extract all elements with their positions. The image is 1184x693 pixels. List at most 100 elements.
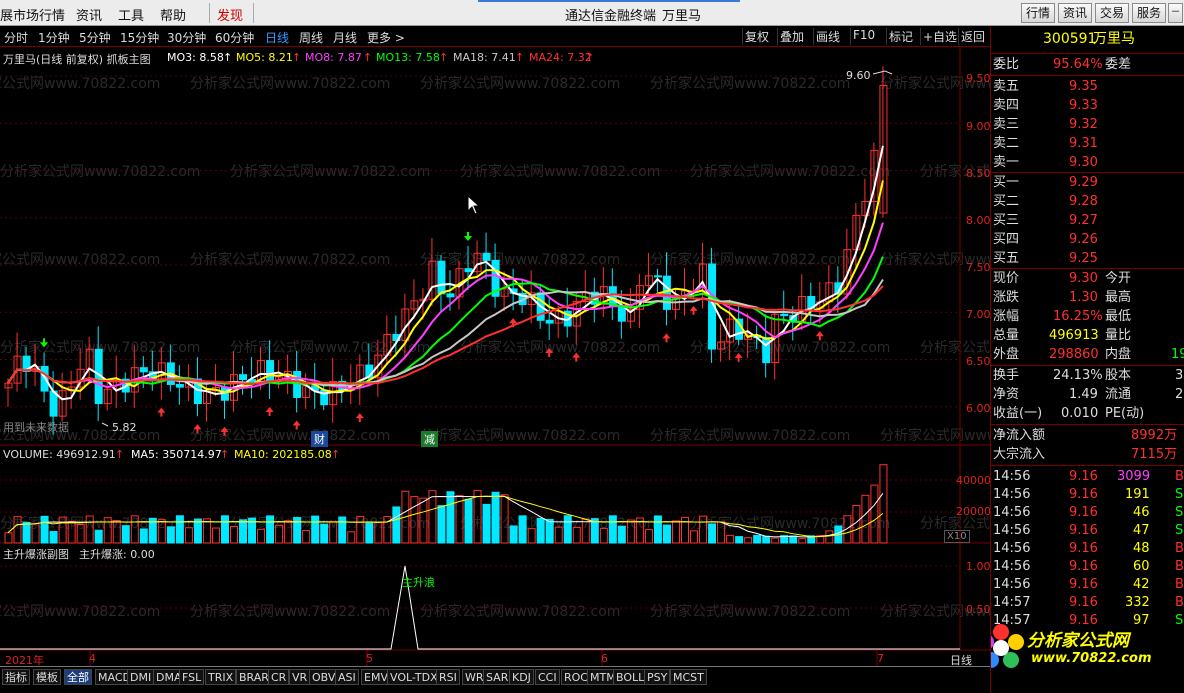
tab-template[interactable]: 模板 (33, 669, 61, 685)
candle-body (446, 293, 455, 298)
volume-bar (690, 530, 699, 544)
tick-price: 9.16 (1069, 577, 1098, 592)
candle-body (239, 374, 248, 381)
tab-rsi[interactable]: RSI (436, 669, 460, 685)
tick-time: 14:56 (993, 541, 1031, 556)
indicator-tabs: 指标 模板 全部 MACD DMI DMA FSL TRIX BRAR CR V… (0, 666, 990, 693)
menu-news[interactable]: 资讯 (76, 5, 102, 24)
buy-arrow-icon (815, 331, 824, 341)
tick-row: 14:57 9.16 332 B (991, 593, 1184, 612)
tab-cci[interactable]: CCI (535, 669, 560, 685)
period-monthly[interactable]: 月线 (333, 29, 357, 46)
volume-bar (726, 534, 735, 544)
period-weekly[interactable]: 周线 (299, 29, 323, 46)
kline-chart[interactable]: 分析家公式网www.70822.com 分析家公式网www.70822.com 分析… (0, 47, 990, 666)
overlay-button[interactable]: 叠加 (777, 28, 806, 45)
volume-bar (220, 515, 229, 544)
total-volume-label: 总量 (993, 328, 1020, 343)
volume-bar (708, 523, 717, 544)
adjust-button[interactable]: 复权 (742, 28, 771, 45)
watermark-text: 分析家公式网www.70822.com (190, 427, 390, 444)
menu-discover[interactable]: 发现 (217, 5, 243, 24)
tick-time: 14:56 (993, 469, 1031, 484)
tab-sar[interactable]: SAR (483, 669, 512, 685)
open-label: 今开 (1105, 271, 1132, 286)
mark-button[interactable]: 标记 (886, 28, 915, 45)
low-price-label: 5.82 (112, 421, 137, 434)
back-button[interactable]: 返回 (958, 28, 987, 45)
add-watchlist-button[interactable]: +自选 (920, 28, 959, 45)
tab-brar[interactable]: BRAR (236, 669, 272, 685)
reduce-marker[interactable]: 减 (421, 431, 438, 447)
volume-bar (320, 523, 329, 544)
tab-kdj[interactable]: KDJ (509, 669, 534, 685)
chart-title: 万里马(日线 前复权) 抓板主图 (3, 53, 151, 66)
volume-bar (347, 531, 356, 544)
period-more[interactable]: 更多 > (367, 29, 405, 46)
f10-button[interactable]: F10 (850, 28, 877, 45)
date-month-5: 5 (366, 652, 373, 665)
volume-bar (49, 531, 58, 544)
service-button[interactable]: 服务 (1132, 3, 1166, 23)
volume-bar (753, 534, 762, 544)
mo13-label: MO13: 7.58 (376, 51, 440, 64)
tab-indicator[interactable]: 指标 (2, 669, 30, 685)
menu-market[interactable]: 展市场行情 (0, 5, 65, 24)
tick-time: 14:56 (993, 577, 1031, 592)
tick-volume: 60 (1133, 559, 1150, 574)
news-button[interactable]: 资讯 (1058, 3, 1092, 23)
buy-arrow-icon (265, 406, 274, 416)
bid5-price: 9.25 (1069, 251, 1098, 266)
period-5min[interactable]: 5分钟 (79, 29, 111, 46)
tick-row: 14:56 9.16 46 S (991, 503, 1184, 522)
tab-fsl[interactable]: FSL (179, 669, 205, 685)
tab-all[interactable]: 全部 (64, 669, 92, 685)
tick-flag: B (1175, 469, 1184, 484)
tick-row: 14:56 9.16 3099 B (991, 467, 1184, 486)
tick-time: 14:56 (993, 523, 1031, 538)
tab-vr[interactable]: VR (289, 669, 311, 685)
volume-bar (671, 520, 680, 544)
period-1min[interactable]: 1分钟 (38, 29, 70, 46)
bid2-price: 9.28 (1069, 194, 1098, 209)
sub-tick-100: 1.00 (966, 560, 991, 573)
last-price-label: 现价 (993, 271, 1020, 286)
tab-psy[interactable]: PSY (644, 669, 671, 685)
period-15min[interactable]: 15分钟 (120, 29, 159, 46)
candle-body (437, 260, 446, 295)
menu-tools[interactable]: 工具 (118, 5, 144, 24)
tab-boll[interactable]: BOLL (613, 669, 648, 685)
tick-price: 9.16 (1069, 541, 1098, 556)
period-timeshare[interactable]: 分时 (4, 29, 28, 46)
ask2-price: 9.31 (1069, 136, 1098, 151)
sell-arrow-icon (464, 231, 473, 241)
menu-help[interactable]: 帮助 (160, 5, 186, 24)
tick-flag: S (1175, 505, 1184, 520)
minimize-button[interactable]: － (1168, 3, 1183, 23)
volume-bar (437, 505, 446, 544)
window-title: 通达信金融终端 (565, 9, 657, 24)
tab-mcst[interactable]: MCST (670, 669, 707, 685)
period-daily[interactable]: 日线 (265, 29, 289, 46)
quote-button[interactable]: 行情 (1021, 3, 1055, 23)
watermark-text: 分析家公式网www.70822.com (420, 603, 620, 620)
tab-asi[interactable]: ASI (335, 669, 359, 685)
tick-flag: B (1175, 559, 1184, 574)
watermark-text: 分析家公式网www.70822.com (650, 427, 850, 444)
tab-vol-tdx[interactable]: VOL-TDX (387, 669, 441, 685)
tab-obv[interactable]: OBV (309, 669, 339, 685)
weibi-value: 95.64% (1053, 57, 1103, 72)
period-60min[interactable]: 60分钟 (215, 29, 254, 46)
tab-cr[interactable]: CR (268, 669, 290, 685)
volume-bar (518, 515, 527, 544)
draw-button[interactable]: 画线 (813, 28, 842, 45)
tab-dmi[interactable]: DMI (127, 669, 155, 685)
ask1-price: 9.30 (1069, 155, 1098, 170)
finance-marker[interactable]: 财 (311, 431, 328, 447)
tick-price: 9.16 (1069, 523, 1098, 538)
tab-trix[interactable]: TRIX (205, 669, 237, 685)
period-30min[interactable]: 30分钟 (167, 29, 206, 46)
tick-row: 14:56 9.16 60 B (991, 557, 1184, 576)
trade-button[interactable]: 交易 (1095, 3, 1129, 23)
candle-body (617, 305, 626, 322)
